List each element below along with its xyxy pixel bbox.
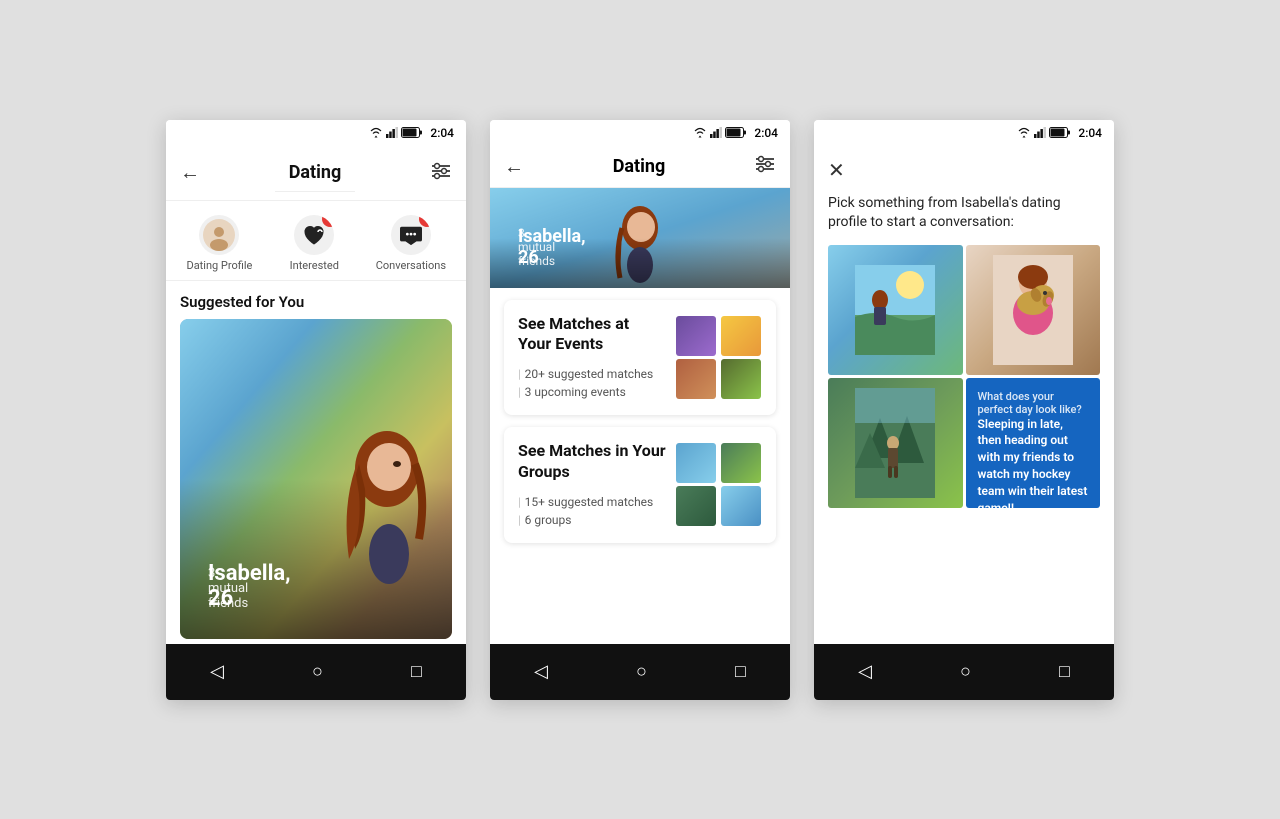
app-header-2: ← Dating (490, 146, 790, 188)
back-button-1[interactable]: ← (180, 160, 200, 185)
signal-icon (386, 127, 398, 138)
tab-conversations[interactable]: 3 Conversations (366, 211, 456, 280)
app-header-1: ← Dating (166, 146, 466, 201)
status-bar-3: 2:04 (814, 120, 1114, 146)
photo-grid: What does your perfect day look like? Sl… (814, 245, 1114, 508)
events-thumb-4 (721, 359, 761, 399)
screen-1-content: Suggested for You (166, 281, 466, 644)
tab-interested[interactable]: • Interested (271, 211, 358, 280)
bottom-nav-3: ◁ ○ □ (814, 644, 1114, 700)
interested-badge: • (322, 215, 334, 227)
events-card-title: See Matches at Your Events (518, 314, 666, 356)
events-detail-1: 20+ suggested matches (518, 365, 666, 383)
screen-2-content: Isabella, 26 3 mutual friends See Matche… (490, 188, 790, 644)
tab-dating-profile-label: Dating Profile (186, 259, 252, 272)
screen-1: 2:04 ← Dating (166, 120, 466, 700)
app-title-2: Dating (613, 156, 666, 177)
events-card-text: See Matches at Your Events 20+ suggested… (518, 314, 666, 402)
time-3: 2:04 (1078, 126, 1102, 140)
prompt-answer: Sleeping in late, then heading out with … (978, 416, 1089, 508)
events-thumb-2 (721, 316, 761, 356)
beach-illustration (855, 265, 935, 355)
conversations-icon: 3 (391, 215, 431, 255)
dog-illustration (993, 255, 1073, 365)
photo-dog[interactable] (966, 245, 1101, 375)
groups-thumb-1 (676, 443, 716, 483)
groups-card[interactable]: See Matches in Your Groups 15+ suggested… (504, 427, 776, 543)
signal-icon-3 (1034, 127, 1046, 138)
time-2: 2:04 (754, 126, 778, 140)
groups-thumb-2 (721, 443, 761, 483)
dating-profile-icon (199, 215, 239, 255)
prompt-question: What does your perfect day look like? (978, 390, 1089, 416)
back-nav-1[interactable]: ◁ (210, 661, 224, 682)
back-nav-2[interactable]: ◁ (534, 661, 548, 682)
s2-mutual: 3 mutual friends (518, 226, 555, 268)
suggested-label: Suggested for You (166, 281, 466, 319)
home-nav-3[interactable]: ○ (960, 661, 971, 682)
photo-prompt[interactable]: What does your perfect day look like? Sl… (966, 378, 1101, 508)
photo-forest[interactable] (828, 378, 963, 508)
recent-nav-2[interactable]: □ (735, 661, 746, 682)
recent-nav-3[interactable]: □ (1059, 661, 1070, 682)
battery-icon-3 (1049, 127, 1071, 138)
close-button[interactable]: ✕ (828, 158, 845, 182)
status-bar-2: 2:04 (490, 120, 790, 146)
photo-beach[interactable] (828, 245, 963, 375)
battery-icon-2 (725, 127, 747, 138)
recent-nav-1[interactable]: □ (411, 661, 422, 682)
tab-interested-label: Interested (290, 259, 339, 272)
groups-card-details: 15+ suggested matches 6 groups (518, 493, 666, 529)
screen-3: 2:04 ✕ Pick something from Isabella's da… (814, 120, 1114, 700)
wifi-icon-3 (1017, 127, 1031, 138)
interested-icon: • (294, 215, 334, 255)
bottom-nav-1: ◁ ○ □ (166, 644, 466, 700)
signal-icon-2 (710, 127, 722, 138)
events-detail-2: 3 upcoming events (518, 383, 666, 401)
tab-dating-profile[interactable]: Dating Profile (176, 211, 263, 280)
screen-2: 2:04 ← Dating (490, 120, 790, 700)
events-thumb-1 (676, 316, 716, 356)
screens-container: 2:04 ← Dating (126, 80, 1154, 740)
filter-button-2[interactable] (754, 154, 776, 178)
wifi-icon-2 (693, 127, 707, 138)
hero-card-1[interactable]: Isabella, 26 3 mutual friends (180, 319, 452, 639)
forest-illustration (855, 388, 935, 498)
groups-detail-1: 15+ suggested matches (518, 493, 666, 511)
person-illustration (337, 409, 437, 589)
groups-thumb-4 (721, 486, 761, 526)
groups-thumbs (676, 443, 762, 526)
events-thumb-3 (676, 359, 716, 399)
nav-tabs-1: Dating Profile • Interested (166, 201, 466, 281)
s3-title: Pick something from Isabella's dating pr… (814, 194, 1114, 245)
events-card-details: 20+ suggested matches 3 upcoming events (518, 365, 666, 401)
back-nav-3[interactable]: ◁ (858, 661, 872, 682)
home-nav-2[interactable]: ○ (636, 661, 647, 682)
s2-hero: Isabella, 26 3 mutual friends (490, 188, 790, 288)
bottom-nav-2: ◁ ○ □ (490, 644, 790, 700)
tab-conversations-label: Conversations (376, 259, 446, 272)
wifi-icon (369, 127, 383, 138)
groups-detail-2: 6 groups (518, 511, 666, 529)
groups-card-text: See Matches in Your Groups 15+ suggested… (518, 441, 666, 529)
home-nav-1[interactable]: ○ (312, 661, 323, 682)
back-button-2[interactable]: ← (504, 154, 524, 179)
filter-button-1[interactable] (430, 161, 452, 185)
status-bar-1: 2:04 (166, 120, 466, 146)
s3-close-header: ✕ (814, 146, 1114, 194)
battery-icon (401, 127, 423, 138)
groups-card-title: See Matches in Your Groups (518, 441, 666, 483)
groups-thumb-3 (676, 486, 716, 526)
conversations-badge: 3 (419, 215, 431, 227)
events-thumbs (676, 316, 762, 399)
time-1: 2:04 (430, 126, 454, 140)
app-title-1: Dating (275, 154, 356, 192)
events-card[interactable]: See Matches at Your Events 20+ suggested… (504, 300, 776, 416)
hero-mutual-1: 3 mutual friends (208, 566, 248, 611)
